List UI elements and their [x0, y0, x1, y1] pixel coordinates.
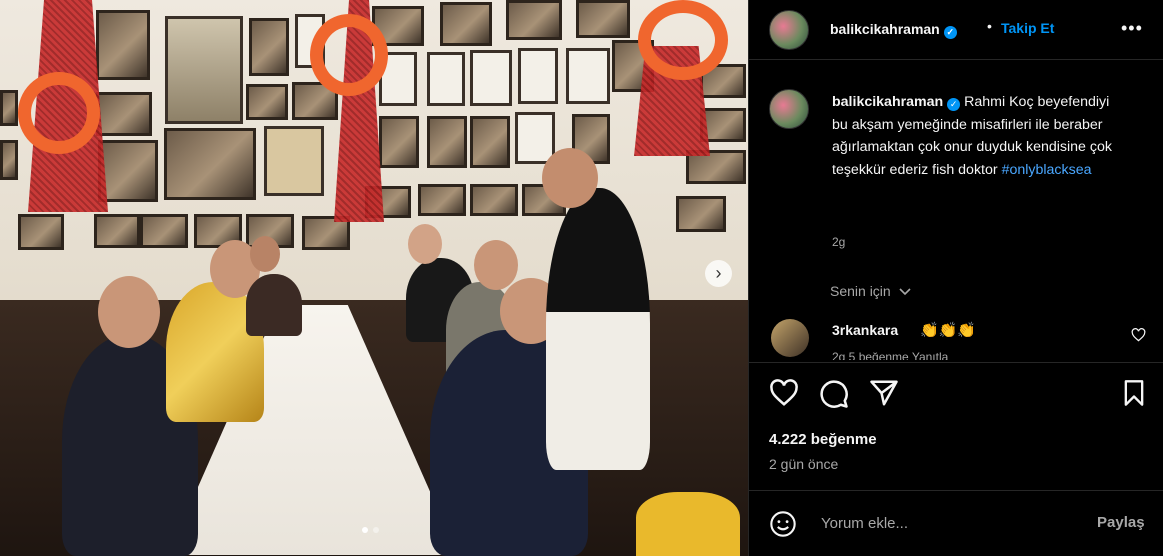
wall-frame: [264, 126, 324, 196]
bookmark-icon[interactable]: [1121, 379, 1147, 407]
comment-username[interactable]: 3rkankara: [832, 322, 898, 338]
wall-frame: [470, 184, 518, 216]
comments-filter-dropdown[interactable]: Senin için: [830, 283, 912, 299]
waiter: [546, 188, 650, 470]
smiley-icon[interactable]: [769, 510, 797, 538]
carousel-next-button[interactable]: ›: [705, 260, 732, 287]
comment-box-divider: [749, 490, 1163, 491]
guest: [246, 274, 302, 336]
comment-text: 👏👏👏: [920, 322, 977, 339]
wall-frame: [246, 84, 288, 120]
header-separator: •: [987, 18, 992, 34]
caption-age: 2g: [832, 235, 846, 249]
post-photo[interactable]: ›: [0, 0, 748, 556]
comment-input[interactable]: [819, 510, 1063, 536]
wall-frame: [418, 184, 466, 216]
wall-frame: [96, 10, 150, 80]
heart-icon[interactable]: [769, 379, 799, 407]
post-viewer: › balikcikahraman ✓ • Takip Et ••• balikc…: [0, 0, 1163, 556]
life-ring: [638, 0, 728, 80]
comment-meta: 2g 5 beğenme Yanıtla: [832, 350, 949, 360]
comment-like-heart-icon[interactable]: [1131, 328, 1146, 342]
paper-plane-icon[interactable]: [869, 379, 899, 407]
wall-frame: [440, 2, 492, 46]
wall-frame: [96, 92, 152, 136]
commenter-avatar[interactable]: [771, 319, 809, 357]
post-header: balikcikahraman ✓ • Takip Et •••: [749, 0, 1163, 60]
wall-frame: [566, 48, 610, 104]
comments-filter-label: Senin için: [830, 283, 891, 299]
wall-frame: [98, 140, 158, 202]
chevron-down-icon: [899, 288, 911, 296]
guest-head: [474, 240, 518, 290]
caption-hashtag[interactable]: #onlyblacksea: [1002, 162, 1092, 178]
actions-divider: [749, 362, 1163, 363]
post-comment-button[interactable]: Paylaş: [1097, 514, 1145, 531]
wall-frame: [676, 196, 726, 232]
verified-badge-icon: ✓: [943, 26, 957, 39]
wall-frame: [18, 214, 64, 250]
post-details-panel: balikcikahraman ✓ • Takip Et ••• balikcik…: [748, 0, 1163, 556]
comment-icon[interactable]: [819, 379, 849, 409]
chevron-right-icon: ›: [715, 263, 722, 283]
wall-frame: [518, 48, 558, 104]
follow-button[interactable]: Takip Et: [1001, 20, 1054, 36]
carousel-dot-2: [373, 527, 379, 533]
wall-frame: [164, 128, 256, 200]
wall-frame: [470, 116, 510, 168]
waiter-head: [542, 148, 598, 208]
post-caption: balikcikahraman ✓ Rahmi Koç beyefendiyi b…: [832, 91, 1112, 181]
wall-frame: [249, 18, 289, 76]
guest-head: [98, 276, 160, 348]
portrait-frame: [165, 16, 243, 124]
wall-frame: [94, 214, 140, 248]
verified-badge-icon: ✓: [947, 98, 961, 111]
wall-frame: [427, 116, 467, 168]
wall-frame: [0, 140, 18, 180]
wall-frame: [140, 214, 188, 248]
author-username-row: balikcikahraman ✓: [830, 21, 957, 39]
life-ring: [310, 14, 388, 96]
more-options-icon[interactable]: •••: [1121, 18, 1143, 39]
caption-author-avatar[interactable]: [769, 89, 809, 129]
guest-head: [250, 236, 280, 272]
wall-frame: [379, 116, 419, 168]
life-ring: [18, 72, 100, 154]
wall-frame: [427, 52, 465, 106]
guest-head: [408, 224, 442, 264]
wall-frame: [506, 0, 562, 40]
post-date: 2 gün önce: [769, 456, 839, 472]
carousel-dot-1: [362, 527, 368, 533]
author-username[interactable]: balikcikahraman: [830, 21, 940, 37]
wall-frame: [576, 0, 630, 38]
chair: [636, 492, 740, 556]
author-avatar[interactable]: [769, 10, 809, 50]
carousel-indicator: [362, 527, 379, 533]
likes-count[interactable]: 4.222 beğenme: [769, 431, 877, 448]
caption-username[interactable]: balikcikahraman: [832, 94, 943, 110]
wall-frame: [0, 90, 18, 126]
wall-frame: [470, 50, 512, 106]
